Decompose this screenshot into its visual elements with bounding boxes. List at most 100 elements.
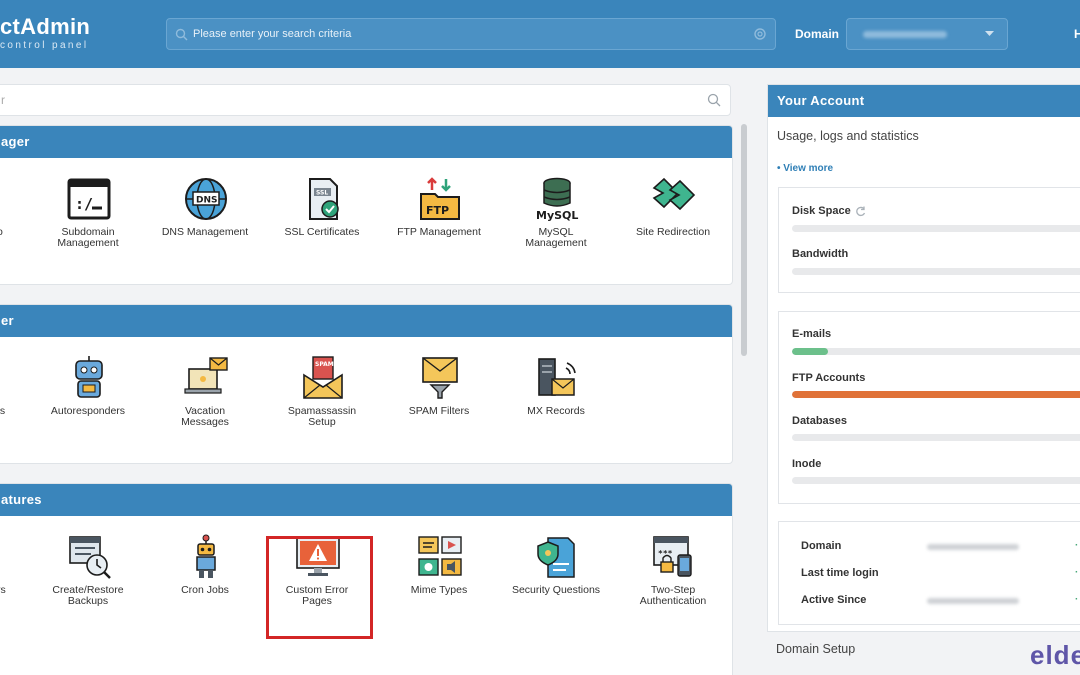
stat-label: Disk Space xyxy=(792,205,851,217)
gear-icon[interactable] xyxy=(753,27,767,41)
feature-vacation-messages[interactable]: Vacation Messages xyxy=(150,337,260,457)
filter-input[interactable] xyxy=(0,85,687,115)
account-info-card: Domain · Last time login · V Active Sinc… xyxy=(778,521,1080,625)
feature-label: FTP Management xyxy=(397,226,481,238)
section-title[interactable]: ager xyxy=(0,126,732,158)
domain-label: Domain xyxy=(795,27,840,41)
info-value xyxy=(927,544,1019,550)
security-shield-icon xyxy=(537,537,575,578)
usage-bar xyxy=(792,348,1080,355)
info-status: · V xyxy=(1075,567,1080,578)
stat-label: E-mails xyxy=(792,328,832,340)
chevron-down-icon xyxy=(985,31,994,36)
site-redirection-icon xyxy=(652,177,696,211)
feature-mime-types[interactable]: Mime Types xyxy=(384,516,494,636)
panel-subtitle: Usage, logs and statistics xyxy=(777,129,919,143)
feature-dns-management[interactable]: DNS DNS Management xyxy=(150,158,260,278)
feature-label: Vacation xyxy=(184,405,226,417)
feature-custom-error-pages[interactable]: Custom Error Pages xyxy=(262,516,372,636)
feature-label: Management xyxy=(525,236,587,249)
feature-site-redirection[interactable]: Site Redirection xyxy=(618,158,728,278)
top-header: ctAdmin control panel Domain H xyxy=(0,0,1080,68)
svg-text:FTP: FTP xyxy=(426,204,449,217)
feature-label: DNS Management xyxy=(161,226,249,238)
section-title[interactable]: atures xyxy=(0,484,732,516)
section-account-manager: ager o :/ SubdomainManagement DNS DNS Ma… xyxy=(0,125,733,285)
dns-globe-icon: DNS xyxy=(185,178,227,220)
feature-label: Backups xyxy=(67,594,109,607)
app-logo[interactable]: ctAdmin xyxy=(0,14,90,40)
usage-card-1: Disk Space Bandwidth xyxy=(778,187,1080,293)
filter-box[interactable] xyxy=(0,84,731,116)
stat-label: Databases xyxy=(792,415,848,427)
usage-bar xyxy=(792,434,1080,441)
usage-card-2: E-mails FTP Accounts Databases Inode xyxy=(778,311,1080,504)
svg-text:MySQL: MySQL xyxy=(536,209,578,222)
panel-title: Your Account xyxy=(768,85,1080,117)
svg-text:SSL: SSL xyxy=(316,190,328,197)
search-icon xyxy=(175,28,188,41)
section-title[interactable]: er xyxy=(0,305,732,337)
feature-subdomain-management[interactable]: :/ Subdomain Management xyxy=(33,158,143,278)
domain-select[interactable] xyxy=(846,18,1008,50)
domain-setup-heading[interactable]: Domain Setup xyxy=(776,642,855,656)
feature-mysql-management[interactable]: MySQL MySQL Management xyxy=(501,158,611,278)
scrollbar[interactable] xyxy=(741,124,747,356)
feature-label: Setup xyxy=(308,415,336,428)
feature-item[interactable]: o xyxy=(0,158,15,278)
backup-icon xyxy=(69,536,111,579)
ftp-folder-icon: FTP xyxy=(420,177,460,220)
feature-spam-filters[interactable]: SPAM Filters xyxy=(384,337,494,457)
header-user-menu[interactable]: H xyxy=(1074,27,1080,41)
svg-text::/: :/ xyxy=(75,195,93,213)
info-value xyxy=(927,598,1019,604)
stat-label: Inode xyxy=(792,458,822,470)
your-account-panel: Your Account Usage, logs and statistics … xyxy=(767,84,1080,632)
search-icon[interactable] xyxy=(707,93,721,107)
feature-item[interactable]: ts xyxy=(0,337,15,457)
feature-ftp-management[interactable]: FTP FTP Management xyxy=(384,158,494,278)
feature-label: MX Records xyxy=(527,405,585,417)
info-label: Active Since xyxy=(801,594,867,606)
feature-autoresponders[interactable]: Autoresponders xyxy=(33,337,143,457)
feature-label: MySQL xyxy=(538,226,574,238)
stat-label: Bandwidth xyxy=(792,248,849,260)
feature-label: Create/Restore xyxy=(52,584,124,596)
robot-icon xyxy=(75,356,103,398)
view-more-link[interactable]: • View more xyxy=(777,163,833,174)
global-search[interactable] xyxy=(166,18,776,50)
feature-label: Management xyxy=(57,236,119,249)
feature-label: Cron Jobs xyxy=(181,584,229,596)
stat-label: FTP Accounts xyxy=(792,372,866,384)
refresh-icon[interactable] xyxy=(855,206,866,217)
feature-label: Pages xyxy=(302,594,332,607)
spam-envelope-icon: SPAM xyxy=(303,356,343,399)
feature-label: Mime Types xyxy=(410,584,468,596)
svg-text:DNS: DNS xyxy=(196,196,218,206)
usage-bar-fill xyxy=(792,348,828,355)
feature-spamassassin-setup[interactable]: SPAM Spamassassin Setup xyxy=(267,337,377,457)
feature-cron-jobs[interactable]: Cron Jobs xyxy=(150,516,260,636)
feature-two-step-authentication[interactable]: *** Two-Step Authentication xyxy=(618,516,728,636)
usage-bar xyxy=(792,477,1080,484)
feature-label: Spamassassin xyxy=(287,405,357,417)
feature-mx-records[interactable]: MX Records xyxy=(501,337,611,457)
cron-robot-icon xyxy=(196,534,216,578)
usage-bar xyxy=(792,225,1080,232)
global-search-input[interactable] xyxy=(193,19,743,49)
domain-select-value xyxy=(863,31,947,38)
feature-label: Site Redirection xyxy=(635,226,711,238)
info-status: · xyxy=(1075,540,1079,551)
feature-label: Security Questions xyxy=(511,584,601,596)
feature-label: Autoresponders xyxy=(50,405,126,417)
feature-item[interactable]: rs xyxy=(0,516,15,636)
info-status: · E xyxy=(1075,594,1080,605)
spam-filter-icon xyxy=(422,357,458,399)
feature-create-restore-backups[interactable]: Create/Restore Backups xyxy=(33,516,143,636)
two-step-auth-icon: *** xyxy=(653,536,692,577)
section-email-manager: er ts Autoresponders VacationMessages SP… xyxy=(0,304,733,464)
feature-label: Messages xyxy=(181,415,229,428)
feature-security-questions[interactable]: Security Questions xyxy=(501,516,611,636)
feature-ssl-certificates[interactable]: SSL SSL Certificates xyxy=(267,158,377,278)
usage-bar-fill xyxy=(792,391,1080,398)
